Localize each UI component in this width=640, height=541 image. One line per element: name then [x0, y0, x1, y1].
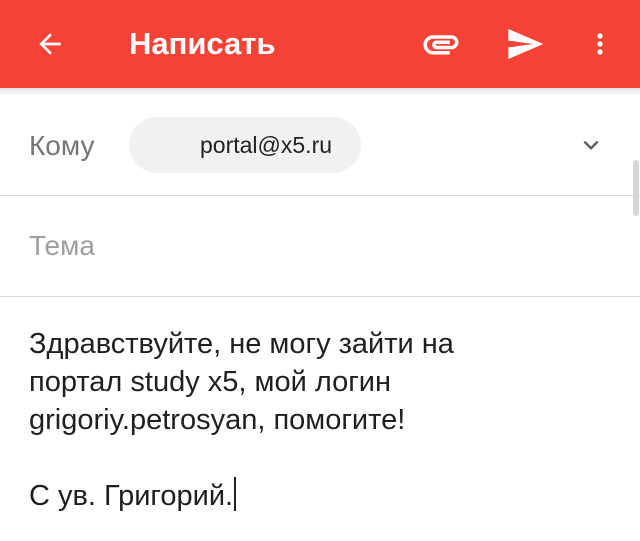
recipient-email: portal@x5.ru [200, 132, 333, 158]
subject-input[interactable] [29, 226, 619, 266]
text-caret [234, 477, 237, 511]
body-line: С ув. Григорий. [29, 480, 234, 512]
send-icon [508, 29, 544, 59]
chevron-down-icon [583, 140, 599, 150]
to-label: Кому [29, 130, 95, 161]
body-line: grigoriy.petrosyan, помогите! [29, 404, 406, 436]
paperclip-icon [423, 35, 459, 55]
recipient-row: Кому portal@x5.ru [0, 96, 640, 196]
arrow-back-icon [39, 33, 61, 55]
toolbar-shadow [0, 88, 640, 96]
body-line: портал study x5, мой логин [29, 366, 391, 398]
attach-button[interactable] [411, 14, 471, 74]
more-options-button[interactable] [570, 14, 630, 74]
back-button[interactable] [20, 14, 80, 74]
subject-row [0, 196, 640, 297]
page-title: Написать [129, 26, 276, 61]
message-body[interactable]: Здравствуйте, не могу зайти на портал st… [0, 297, 640, 541]
scrollbar[interactable] [633, 160, 639, 216]
app-toolbar: Написать [0, 0, 640, 88]
recipient-chip[interactable]: portal@x5.ru [129, 117, 361, 173]
compose-screen: Написать Кому portal@x5.ru Тема Здравств… [0, 0, 640, 541]
expand-recipients-button[interactable] [566, 120, 616, 170]
body-line: Здравствуйте, не могу зайти на [29, 328, 454, 360]
message-text: Здравствуйте, не могу зайти на портал st… [29, 325, 619, 515]
more-vertical-icon [597, 33, 603, 55]
send-button[interactable] [495, 14, 555, 74]
